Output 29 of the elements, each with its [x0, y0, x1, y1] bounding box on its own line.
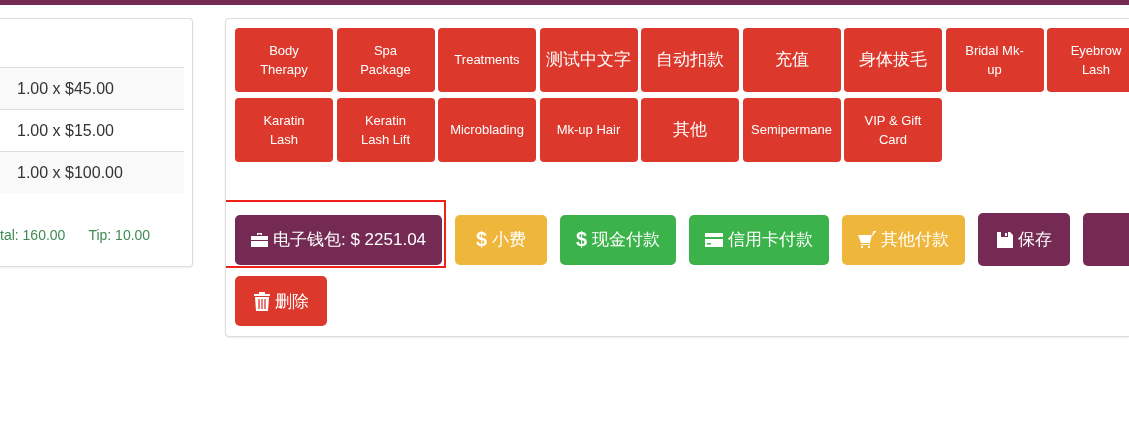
- credit-card-icon: [705, 232, 724, 247]
- action-button[interactable]: 电子钱包: $ 2251.04: [235, 214, 443, 265]
- category-button[interactable]: Body Therapy: [235, 28, 333, 92]
- briefcase-icon: [251, 232, 268, 247]
- dollar-icon: $: [476, 228, 488, 251]
- tip-text: Tip: 10.00: [88, 227, 151, 243]
- category-button[interactable]: 自动扣款: [641, 28, 739, 92]
- category-button[interactable]: VIP & Gift Card: [844, 98, 942, 162]
- category-button[interactable]: Semipermane: [742, 98, 841, 162]
- category-button[interactable]: 充值: [742, 28, 841, 92]
- category-button[interactable]: Karatin Lash: [235, 98, 333, 162]
- category-button[interactable]: 身体拔毛: [844, 28, 942, 92]
- category-button[interactable]: 其他: [641, 98, 739, 162]
- category-button[interactable]: Eyebrow Lash: [1047, 28, 1129, 92]
- action-button[interactable]: 删除: [235, 276, 327, 326]
- action-button[interactable]: 信用卡付款: [689, 214, 830, 265]
- category-button[interactable]: Spa Package: [336, 28, 435, 92]
- action-button[interactable]: $ 现金付款: [560, 214, 677, 265]
- action-button[interactable]: 保存: [978, 213, 1071, 266]
- category-button[interactable]: Bridal Mk-up: [945, 28, 1044, 92]
- dollar-icon: $: [576, 228, 588, 251]
- category-button[interactable]: Mk-up Hair: [539, 98, 638, 162]
- trash-icon: [253, 291, 270, 311]
- total-text: tal: 160.00: [0, 227, 66, 243]
- cart-icon: [858, 231, 877, 248]
- category-button[interactable]: Keratin Lash Lift: [336, 98, 435, 162]
- category-button[interactable]: Microblading: [438, 98, 536, 162]
- category-button[interactable]: Treatments: [438, 28, 536, 92]
- category-button[interactable]: 测试中文字: [539, 28, 638, 92]
